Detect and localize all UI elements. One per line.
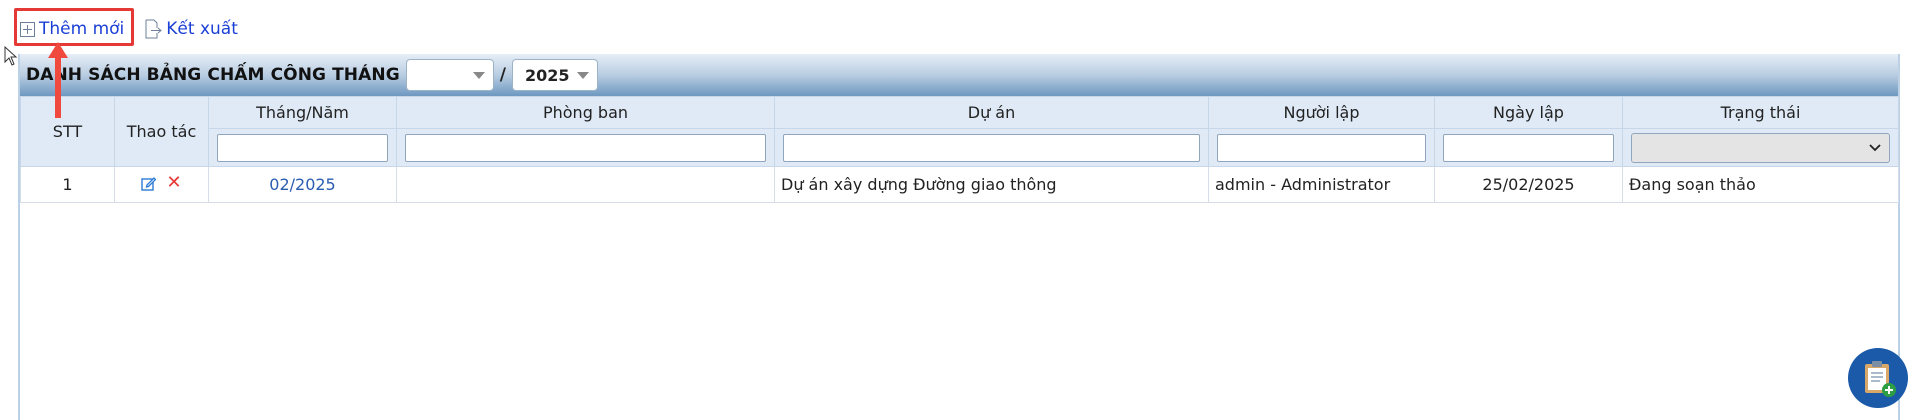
chevron-down-icon xyxy=(1869,143,1881,151)
panel-title: DANH SÁCH BẢNG CHẤM CÔNG THÁNG xyxy=(26,65,400,85)
filter-project-input[interactable] xyxy=(783,133,1200,162)
col-header-month-year[interactable]: Tháng/Năm xyxy=(208,96,397,129)
filter-row xyxy=(21,128,1899,167)
col-header-created-date[interactable]: Ngày lập xyxy=(1434,96,1623,129)
col-header-creator[interactable]: Người lập xyxy=(1208,96,1435,129)
mouse-cursor-icon xyxy=(4,46,18,66)
timesheet-panel: DANH SÁCH BẢNG CHẤM CÔNG THÁNG / 2025 ST… xyxy=(18,54,1900,420)
month-year-separator: / xyxy=(499,65,506,85)
row-status: Đang soạn thảo xyxy=(1622,166,1899,203)
filter-department-input[interactable] xyxy=(405,133,766,162)
add-new-button[interactable]: Thêm mới xyxy=(14,14,130,44)
header-row: STT Thao tác Tháng/Năm Phòng ban Dự án N… xyxy=(20,96,1899,167)
row-actions: ✕ xyxy=(114,166,209,203)
month-select[interactable] xyxy=(405,59,494,91)
filter-cell xyxy=(396,128,775,167)
add-new-label: Thêm mới xyxy=(39,19,125,39)
chevron-down-icon xyxy=(576,71,589,79)
filter-cell xyxy=(774,128,1209,167)
filter-creator-input[interactable] xyxy=(1217,133,1426,162)
col-header-actions: Thao tác xyxy=(114,96,209,167)
row-month-year-link[interactable]: 02/2025 xyxy=(208,166,397,203)
edit-icon[interactable] xyxy=(141,176,157,191)
col-header-project[interactable]: Dự án xyxy=(774,96,1209,129)
export-file-icon xyxy=(144,19,163,39)
row-project: Dự án xây dựng Đường giao thông xyxy=(774,166,1209,203)
timesheet-table: STT Thao tác Tháng/Năm Phòng ban Dự án N… xyxy=(20,96,1899,203)
filter-cell xyxy=(1208,128,1435,167)
plus-square-icon xyxy=(20,21,35,37)
year-select[interactable]: 2025 xyxy=(511,59,598,91)
filter-cell xyxy=(1434,128,1623,167)
filter-cell xyxy=(208,128,397,167)
export-button[interactable]: Kết xuất xyxy=(138,14,244,44)
table-row[interactable]: 1 ✕ 02/2025 Dự án xây dựng Đường giao th… xyxy=(20,166,1899,203)
row-stt: 1 xyxy=(20,166,115,203)
col-header-department[interactable]: Phòng ban xyxy=(396,96,775,129)
panel-header: DANH SÁCH BẢNG CHẤM CÔNG THÁNG / 2025 xyxy=(20,54,1898,96)
export-label: Kết xuất xyxy=(166,19,238,39)
toolbar: Thêm mới Kết xuất xyxy=(14,12,244,46)
chevron-down-icon xyxy=(472,71,485,79)
filter-created-date-input[interactable] xyxy=(1443,133,1614,162)
row-created-date: 25/02/2025 xyxy=(1434,166,1623,203)
filter-month-year-input[interactable] xyxy=(217,133,388,162)
row-creator: admin - Administrator xyxy=(1208,166,1435,203)
clipboard-add-icon xyxy=(1865,361,1896,397)
filter-cell xyxy=(1622,128,1899,167)
col-header-stt: STT xyxy=(20,96,115,167)
year-select-value: 2025 xyxy=(524,65,570,85)
row-department xyxy=(396,166,775,203)
delete-icon[interactable]: ✕ xyxy=(166,174,181,192)
fab-clipboard-button[interactable] xyxy=(1848,348,1908,408)
col-header-status[interactable]: Trạng thái xyxy=(1622,96,1899,129)
filter-status-select[interactable] xyxy=(1631,132,1890,163)
